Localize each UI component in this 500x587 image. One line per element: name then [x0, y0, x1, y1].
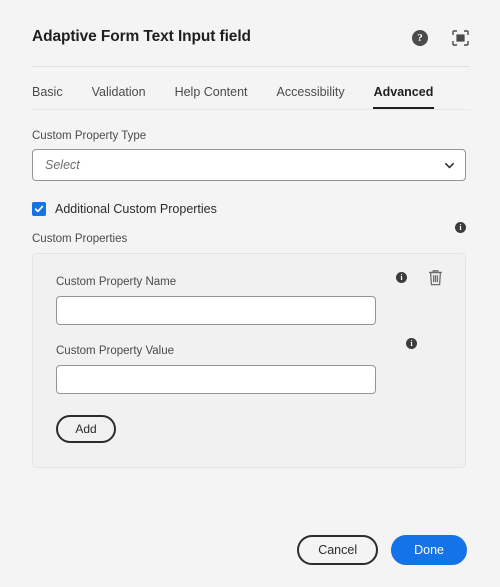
- properties-dialog: Adaptive Form Text Input field ? Basic V…: [0, 0, 500, 587]
- cancel-button[interactable]: Cancel: [297, 535, 379, 565]
- header-actions: ?: [410, 28, 470, 48]
- custom-property-row-card: Custom Property Name i Custom Property V…: [32, 253, 466, 468]
- tab-validation[interactable]: Validation: [92, 74, 146, 109]
- custom-property-type-select[interactable]: Select: [32, 149, 466, 181]
- custom-property-name-info-icon[interactable]: i: [396, 272, 407, 283]
- custom-properties-label: Custom Properties: [32, 233, 128, 245]
- tab-help-content[interactable]: Help Content: [175, 74, 248, 109]
- custom-property-value-header: Custom Property Value i: [56, 338, 443, 357]
- custom-properties-header: Custom Properties i: [32, 222, 466, 245]
- trash-delete-svg: [429, 270, 442, 286]
- help-glyph: ?: [412, 30, 428, 46]
- header-divider: [32, 66, 470, 67]
- page-title: Adaptive Form Text Input field: [32, 28, 251, 45]
- done-button[interactable]: Done: [391, 535, 467, 565]
- custom-property-type-label: Custom Property Type: [32, 130, 147, 142]
- tab-basic[interactable]: Basic: [32, 74, 63, 109]
- add-custom-property-button[interactable]: Add: [56, 415, 116, 443]
- help-circle-icon[interactable]: ?: [410, 28, 430, 48]
- checkmark-icon: [34, 205, 44, 213]
- custom-property-type-value: Select: [45, 158, 80, 172]
- fullscreen-maximize-svg: [451, 30, 469, 46]
- custom-property-value-input[interactable]: [56, 365, 376, 394]
- additional-custom-properties-label: Additional Custom Properties: [55, 202, 217, 216]
- fullscreen-maximize-icon[interactable]: [450, 28, 470, 48]
- additional-custom-properties-checkbox-row[interactable]: Additional Custom Properties: [32, 202, 466, 216]
- custom-property-name-label: Custom Property Name: [56, 276, 177, 288]
- custom-property-name-actions: i: [396, 269, 443, 286]
- custom-property-name-input[interactable]: [56, 296, 376, 325]
- additional-custom-properties-checkbox[interactable]: [32, 202, 46, 216]
- tab-accessibility[interactable]: Accessibility: [277, 74, 345, 109]
- custom-property-value-actions: i: [406, 338, 417, 349]
- custom-property-value-label: Custom Property Value: [56, 345, 175, 357]
- chevron-down-icon: [445, 162, 454, 168]
- row-spacer: [56, 325, 443, 345]
- dialog-body: Custom Property Type Select Additional C…: [0, 110, 500, 535]
- dialog-footer: Cancel Done: [0, 535, 500, 587]
- tab-advanced[interactable]: Advanced: [372, 74, 435, 109]
- trash-delete-icon[interactable]: [428, 269, 443, 286]
- tab-bar: Basic Validation Help Content Accessibil…: [0, 74, 500, 109]
- custom-property-name-header: Custom Property Name i: [56, 270, 443, 288]
- custom-property-value-info-icon[interactable]: i: [406, 338, 417, 349]
- custom-properties-info-icon[interactable]: i: [455, 222, 466, 233]
- dialog-header: Adaptive Form Text Input field ?: [0, 0, 500, 48]
